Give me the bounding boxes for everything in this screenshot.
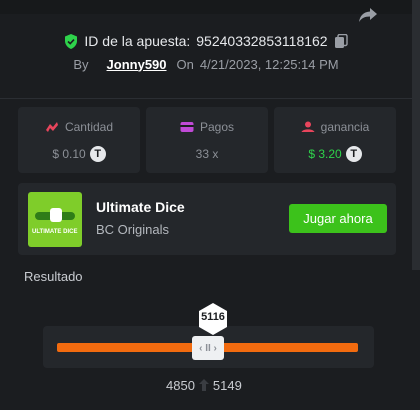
bet-id-value: 95240332853118162 (196, 33, 328, 49)
arrow-up-icon (198, 379, 209, 391)
copy-button[interactable] (334, 33, 348, 49)
stat-payout-value: 33 x (195, 147, 219, 161)
bet-meta-row: By Jonny590 On 4/21/2023, 12:25:14 PM (0, 55, 412, 73)
result-value: 5116 (201, 311, 225, 323)
stat-payout-label: Pagos (199, 120, 235, 134)
range-low: 4850 (166, 377, 195, 393)
profit-icon (301, 121, 315, 132)
game-card: ULTIMATE DICE Ultimate Dice BC Originals… (18, 183, 396, 255)
by-label: By (73, 56, 89, 72)
share-button[interactable] (356, 3, 380, 27)
wallet-icon (180, 122, 194, 132)
shield-check-icon (65, 33, 78, 49)
thumbnail-slider-knob (50, 208, 62, 222)
tether-icon: T (345, 146, 362, 162)
bet-datetime: 4/21/2023, 12:25:14 PM (199, 56, 339, 72)
copy-icon (334, 33, 348, 48)
amount-icon (45, 122, 58, 132)
stat-profit-value: $ 3.20 (308, 147, 342, 161)
result-range: 4850 5149 (166, 376, 242, 394)
game-provider: BC Originals (96, 222, 169, 237)
share-icon (359, 8, 377, 22)
thumbnail-title: ULTIMATE DICE (32, 229, 78, 235)
bet-id-label: ID de la apuesta: (84, 33, 191, 49)
play-now-button[interactable]: Jugar ahora (289, 204, 387, 233)
stat-profit: ganancia $ 3.20 T (274, 107, 396, 173)
stat-amount: Cantidad $ 0.10 T (18, 107, 140, 173)
range-high: 5149 (212, 377, 242, 393)
username-link[interactable]: Jonny590 (107, 57, 167, 72)
divider (0, 98, 412, 99)
stat-amount-value: $ 0.10 (52, 147, 86, 161)
scrollbar[interactable] (412, 0, 420, 270)
bet-id-row: ID de la apuesta: 95240332853118162 (0, 31, 412, 51)
stat-payout: Pagos 33 x (146, 107, 268, 173)
on-label: On (176, 56, 194, 72)
tether-icon: T (89, 146, 106, 162)
result-label: Resultado (24, 269, 83, 284)
game-thumbnail[interactable]: ULTIMATE DICE (28, 192, 82, 247)
stat-amount-label: Cantidad (64, 120, 114, 134)
result-handle[interactable]: ‹ II › (192, 336, 224, 360)
stat-profit-label: ganancia (320, 120, 370, 134)
game-name: Ultimate Dice (96, 199, 185, 215)
